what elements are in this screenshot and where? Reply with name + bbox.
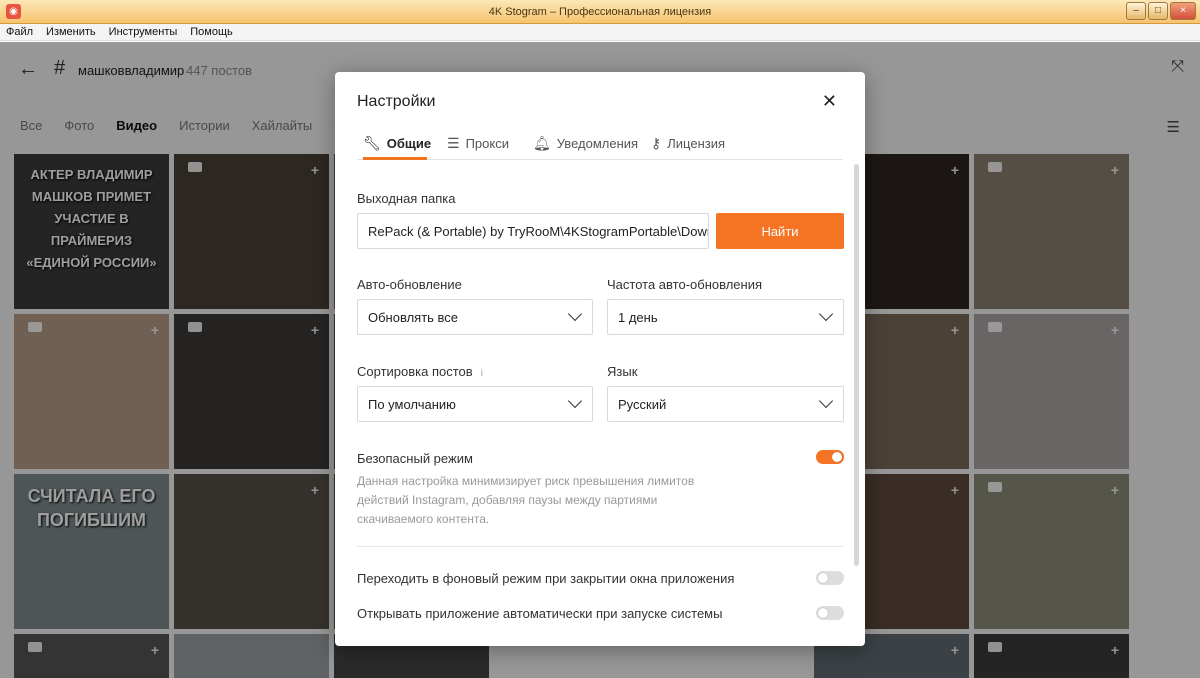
key-icon: ⚷: [651, 135, 662, 151]
chevron-down-icon: [567, 393, 583, 409]
wrench-icon: 🔧︎: [363, 135, 381, 151]
window-controls: – □ ×: [1126, 2, 1196, 20]
frequency-select[interactable]: 1 день: [607, 299, 844, 335]
maximize-button[interactable]: □: [1148, 2, 1168, 20]
minimize-button[interactable]: –: [1126, 2, 1146, 20]
sort-label-text: Сортировка постов: [357, 364, 473, 379]
close-window-button[interactable]: ×: [1170, 2, 1196, 20]
output-folder-input[interactable]: RePack (& Portable) by TryRooM\4KStogram…: [357, 213, 709, 249]
menu-bar: Файл Изменить Инструменты Помощь: [0, 24, 1200, 41]
chevron-down-icon: [818, 393, 834, 409]
auto-update-label: Авто-обновление: [357, 277, 462, 292]
tab-notifications-label: Уведомления: [556, 136, 639, 151]
settings-dialog: Настройки ✕ 🔧︎ Общие ☰ Прокси 🔔︎ Уведомл…: [335, 72, 865, 646]
tab-license[interactable]: ⚷ Лицензия: [651, 135, 725, 152]
active-tab-indicator: [363, 157, 427, 160]
tab-license-label: Лицензия: [667, 136, 726, 151]
sort-label: Сортировка постов i: [357, 364, 483, 379]
auto-update-select[interactable]: Обновлять все: [357, 299, 593, 335]
tab-proxy-label: Прокси: [465, 136, 509, 151]
window-title: 4K Stogram – Профессиональная лицензия: [488, 5, 712, 18]
menu-file[interactable]: Файл: [6, 26, 33, 38]
safe-mode-label: Безопасный режим: [357, 451, 473, 466]
toggle-knob: [818, 573, 828, 583]
language-select[interactable]: Русский: [607, 386, 844, 422]
dialog-scrollbar[interactable]: [854, 164, 859, 566]
toggle-knob: [818, 608, 828, 618]
find-folder-button[interactable]: Найти: [716, 213, 844, 249]
language-value: Русский: [618, 396, 667, 412]
section-divider: [357, 546, 843, 547]
tab-general-label: Общие: [386, 136, 432, 151]
chevron-down-icon: [818, 306, 834, 322]
info-icon[interactable]: i: [481, 368, 483, 379]
frequency-value: 1 день: [618, 309, 658, 325]
language-label: Язык: [607, 364, 638, 379]
menu-tools[interactable]: Инструменты: [109, 26, 178, 38]
safe-mode-toggle[interactable]: [816, 450, 844, 464]
tab-notifications[interactable]: 🔔︎ Уведомления: [533, 135, 638, 152]
sort-value: По умолчанию: [368, 396, 456, 412]
server-icon: ☰: [447, 135, 460, 151]
sort-select[interactable]: По умолчанию: [357, 386, 593, 422]
tab-proxy[interactable]: ☰ Прокси: [447, 135, 509, 152]
close-icon[interactable]: ✕: [822, 91, 837, 112]
autostart-label: Открывать приложение автоматически при з…: [357, 606, 723, 621]
menu-edit[interactable]: Изменить: [46, 26, 96, 38]
app-icon: ◉: [6, 4, 21, 19]
bell-icon: 🔔︎: [533, 135, 551, 151]
chevron-down-icon: [567, 306, 583, 322]
menu-help[interactable]: Помощь: [190, 26, 233, 38]
toggle-knob: [832, 452, 842, 462]
tab-general[interactable]: 🔧︎ Общие: [363, 135, 431, 152]
autostart-toggle[interactable]: [816, 606, 844, 620]
output-folder-label: Выходная папка: [357, 191, 456, 206]
dialog-title: Настройки: [357, 93, 436, 110]
background-mode-label: Переходить в фоновый режим при закрытии …: [357, 571, 735, 586]
settings-tabs: 🔧︎ Общие ☰ Прокси 🔔︎ Уведомления ⚷ Лицен…: [357, 132, 843, 160]
safe-mode-description: Данная настройка минимизирует риск превы…: [357, 474, 695, 526]
auto-update-value: Обновлять все: [368, 309, 459, 325]
background-mode-toggle[interactable]: [816, 571, 844, 585]
frequency-label: Частота авто-обновления: [607, 277, 763, 292]
window-titlebar: ◉ 4K Stogram – Профессиональная лицензия…: [0, 0, 1200, 24]
